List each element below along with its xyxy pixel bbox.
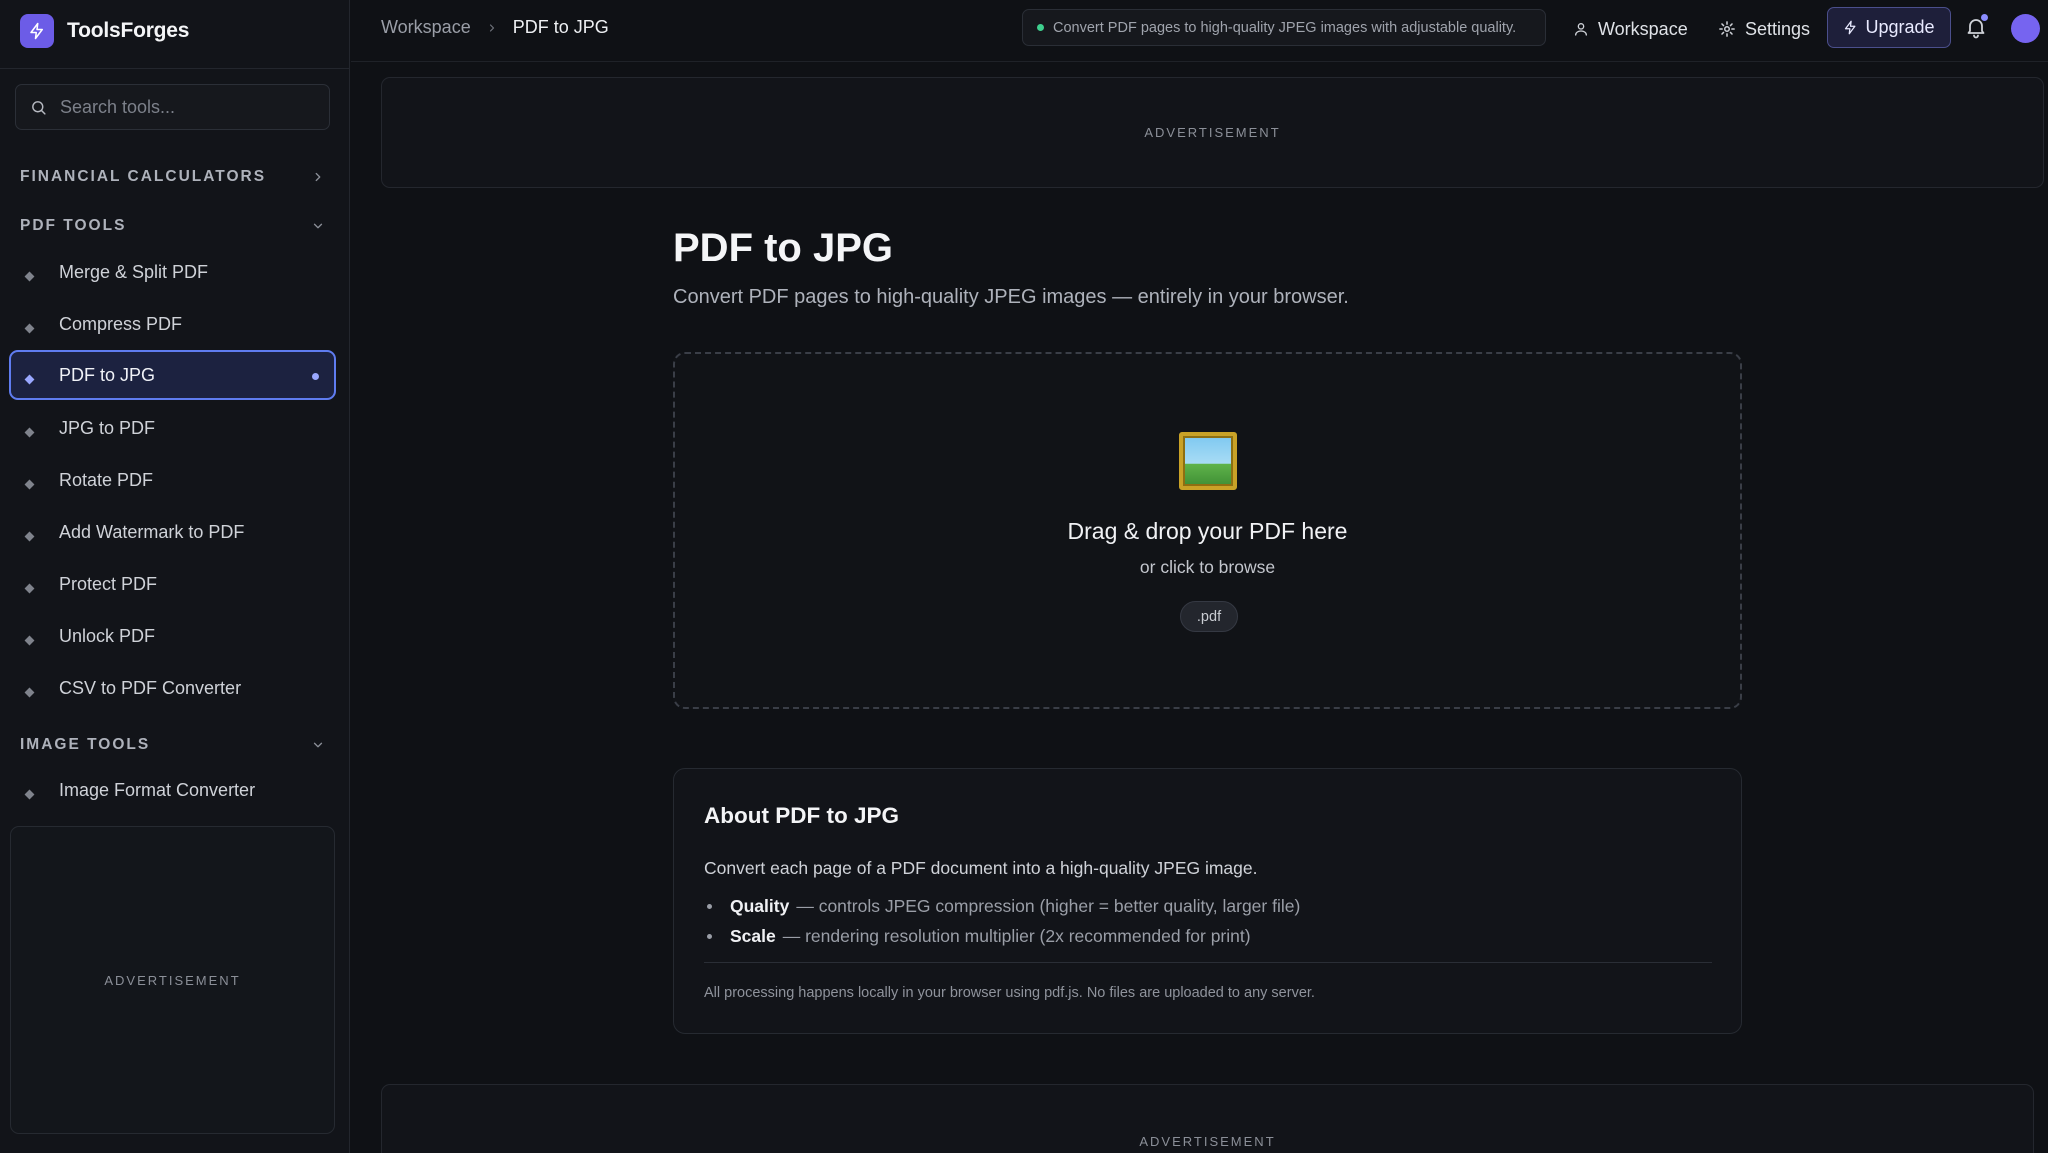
sidebar-item-pdf-to-jpg[interactable]: PDF to JPG xyxy=(9,350,336,400)
feature-text: — controls JPEG compression (higher = be… xyxy=(796,895,1301,916)
about-title: About PDF to JPG xyxy=(704,803,899,828)
user-icon xyxy=(1575,23,1587,36)
sidebar: ToolsForges FINANCIAL CALCULATORS PDF TO… xyxy=(0,0,350,1153)
chevron-down-icon xyxy=(313,223,323,229)
section-image-tools[interactable]: IMAGE TOOLS xyxy=(20,733,330,757)
active-indicator-dot xyxy=(312,373,319,380)
sidebar-advertisement: ADVERTISEMENT xyxy=(10,826,335,1134)
chevron-right-icon xyxy=(315,172,321,182)
sidebar-item-label: Rotate PDF xyxy=(59,469,154,490)
feature-term: Quality xyxy=(730,895,790,916)
search-icon xyxy=(32,100,46,115)
status-pill: Convert PDF pages to high-quality JPEG i… xyxy=(1022,9,1546,46)
sidebar-item-compress-pdf[interactable]: Compress PDF xyxy=(9,299,336,349)
sidebar-item-csv-to-pdf[interactable]: CSV to PDF Converter xyxy=(9,663,336,713)
breadcrumb-current: PDF to JPG xyxy=(512,17,609,37)
divider xyxy=(704,962,1712,963)
page-subtitle: Convert PDF pages to high-quality JPEG i… xyxy=(673,286,1349,308)
diamond-icon xyxy=(24,583,35,594)
dropzone-subtitle: or click to browse xyxy=(1139,557,1276,577)
accepted-format-badge: .pdf xyxy=(1180,601,1238,632)
bullet-icon xyxy=(707,903,712,909)
lightning-logo-icon xyxy=(20,14,54,48)
upgrade-button[interactable]: Upgrade xyxy=(1827,7,1951,48)
sidebar-item-unlock-pdf[interactable]: Unlock PDF xyxy=(9,611,336,661)
avatar[interactable] xyxy=(2011,14,2040,43)
sidebar-divider xyxy=(0,68,350,69)
diamond-icon xyxy=(24,374,35,385)
sidebar-item-label: Merge & Split PDF xyxy=(59,261,209,282)
workspace-button[interactable]: Workspace xyxy=(1573,14,1688,44)
diamond-icon xyxy=(24,687,35,698)
lightning-icon xyxy=(1845,20,1856,35)
sidebar-item-image-format-converter[interactable]: Image Format Converter xyxy=(9,765,336,815)
diamond-icon xyxy=(24,271,35,282)
about-feature-list: Quality — controls JPEG compression (hig… xyxy=(704,891,1300,951)
status-dot-icon xyxy=(1037,24,1044,31)
settings-label: Settings xyxy=(1745,18,1811,39)
sidebar-item-jpg-to-pdf[interactable]: JPG to PDF xyxy=(9,403,336,453)
workspace-label: Workspace xyxy=(1598,18,1688,39)
ad-label: ADVERTISEMENT xyxy=(104,972,241,988)
diamond-icon xyxy=(24,531,35,542)
notification-dot xyxy=(1981,14,1988,21)
section-pdf-tools[interactable]: PDF TOOLS xyxy=(20,214,330,238)
upgrade-label: Upgrade xyxy=(1865,17,1935,37)
status-text: Convert PDF pages to high-quality JPEG i… xyxy=(1053,19,1517,36)
chevron-down-icon xyxy=(313,742,323,748)
section-title: PDF TOOLS xyxy=(20,217,127,234)
feature-text: — rendering resolution multiplier (2x re… xyxy=(782,925,1251,946)
dropzone-title: Drag & drop your PDF here xyxy=(1067,518,1348,544)
sidebar-item-label: Unlock PDF xyxy=(59,625,156,646)
sidebar-item-label: Protect PDF xyxy=(59,573,158,594)
top-bar: Workspace PDF to JPG Convert PDF pages t… xyxy=(351,0,2048,62)
section-title: IMAGE TOOLS xyxy=(20,736,151,753)
section-financial-calculators[interactable]: FINANCIAL CALCULATORS xyxy=(20,165,330,189)
diamond-icon xyxy=(24,427,35,438)
sidebar-item-add-watermark[interactable]: Add Watermark to PDF xyxy=(9,507,336,557)
section-title: FINANCIAL CALCULATORS xyxy=(20,168,267,185)
privacy-note: All processing happens locally in your b… xyxy=(704,985,1315,1001)
sidebar-item-label: Image Format Converter xyxy=(59,779,256,800)
brand-name: ToolsForges xyxy=(67,19,190,42)
sidebar-item-label: PDF to JPG xyxy=(59,364,156,385)
settings-button[interactable]: Settings xyxy=(1718,14,1810,44)
breadcrumb: Workspace PDF to JPG xyxy=(381,17,609,38)
breadcrumb-workspace-link[interactable]: Workspace xyxy=(381,17,471,38)
search-box[interactable] xyxy=(15,84,330,130)
diamond-icon xyxy=(24,323,35,334)
feature-term: Scale xyxy=(730,925,776,946)
ad-label: ADVERTISEMENT xyxy=(1139,1134,1276,1149)
list-item: Scale — rendering resolution multiplier … xyxy=(704,921,1300,951)
page-title: PDF to JPG xyxy=(673,226,894,270)
ad-label: ADVERTISEMENT xyxy=(1144,125,1281,140)
framed-picture-icon xyxy=(1179,432,1237,490)
chevron-right-icon xyxy=(489,23,494,32)
sidebar-item-label: CSV to PDF Converter xyxy=(59,677,242,698)
bottom-advertisement: ADVERTISEMENT xyxy=(381,1084,2034,1153)
sidebar-item-label: Add Watermark to PDF xyxy=(59,521,245,542)
search-input[interactable] xyxy=(60,96,310,118)
sidebar-item-label: JPG to PDF xyxy=(59,417,156,438)
sidebar-item-label: Compress PDF xyxy=(59,313,183,334)
about-description: Convert each page of a PDF document into… xyxy=(704,858,1258,878)
diamond-icon xyxy=(24,635,35,646)
diamond-icon xyxy=(24,789,35,800)
top-advertisement: ADVERTISEMENT xyxy=(381,77,2044,188)
bullet-icon xyxy=(707,933,712,939)
about-card: About PDF to JPG Convert each page of a … xyxy=(673,768,1742,1034)
gear-icon xyxy=(1719,21,1735,37)
sidebar-item-rotate-pdf[interactable]: Rotate PDF xyxy=(9,455,336,505)
diamond-icon xyxy=(24,479,35,490)
brand[interactable]: ToolsForges xyxy=(20,14,189,48)
sidebar-item-protect-pdf[interactable]: Protect PDF xyxy=(9,559,336,609)
sidebar-item-merge-split-pdf[interactable]: Merge & Split PDF xyxy=(9,247,336,297)
pdf-dropzone[interactable]: Drag & drop your PDF here or click to br… xyxy=(673,352,1742,709)
list-item: Quality — controls JPEG compression (hig… xyxy=(704,891,1300,921)
